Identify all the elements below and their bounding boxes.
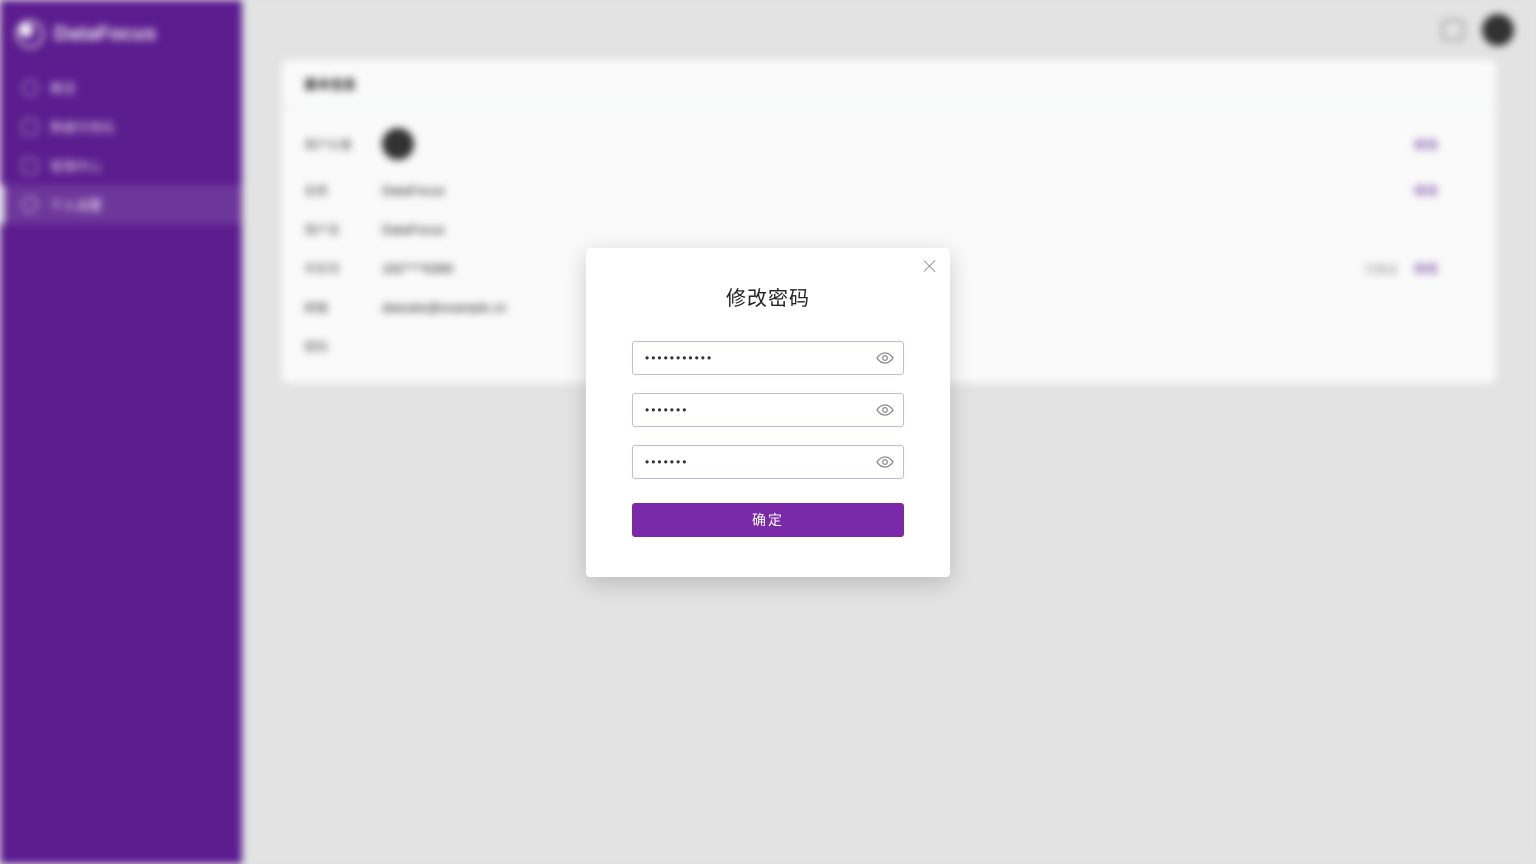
submit-button[interactable]: 确定 [632, 503, 904, 537]
old-password-input[interactable] [632, 341, 904, 375]
confirm-password-input[interactable] [632, 445, 904, 479]
new-password-field [632, 393, 904, 427]
new-password-input[interactable] [632, 393, 904, 427]
change-password-modal: 修改密码 确定 [586, 248, 950, 577]
eye-icon[interactable] [876, 456, 894, 468]
close-icon[interactable] [922, 258, 938, 274]
eye-icon[interactable] [876, 352, 894, 364]
eye-icon[interactable] [876, 404, 894, 416]
old-password-field [632, 341, 904, 375]
modal-overlay: 修改密码 确定 [0, 0, 1536, 864]
confirm-password-field [632, 445, 904, 479]
modal-title: 修改密码 [586, 282, 950, 311]
